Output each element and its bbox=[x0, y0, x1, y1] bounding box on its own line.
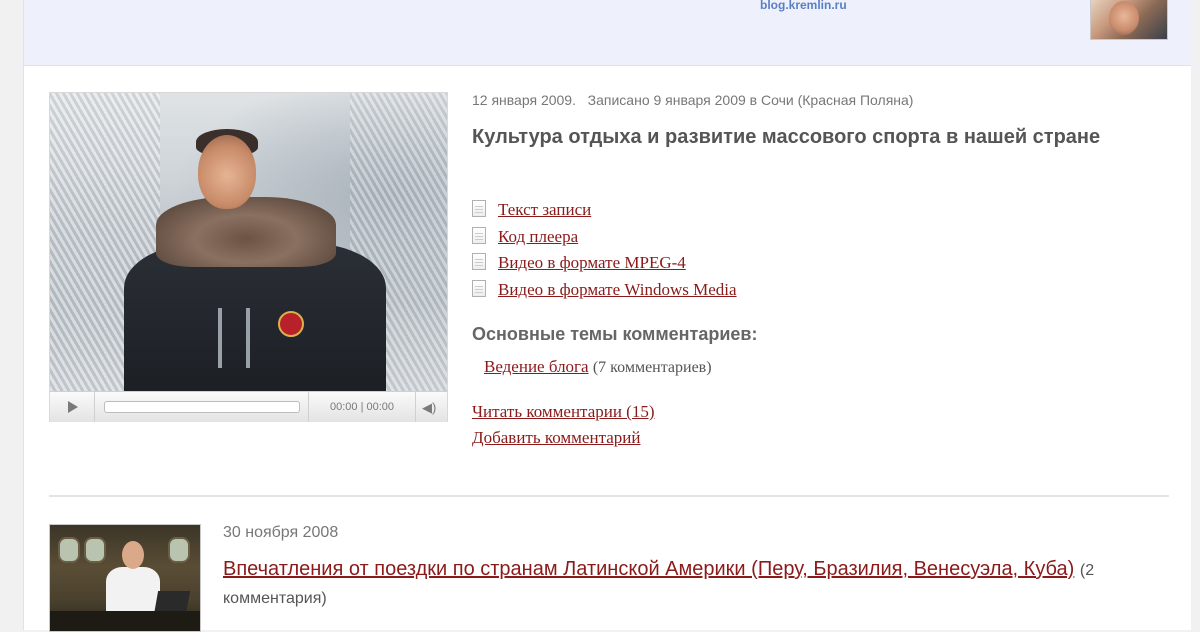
add-comment-link[interactable]: Добавить комментарий bbox=[472, 428, 640, 447]
page: blog.kremlin.ru 00:00 | 00:00 ◀︎) 12 янв… bbox=[23, 0, 1191, 632]
plane-window bbox=[168, 537, 190, 563]
seek-bar[interactable] bbox=[104, 401, 300, 413]
person-head bbox=[198, 135, 256, 209]
text-link[interactable]: Текст записи bbox=[498, 200, 591, 219]
plane-window bbox=[58, 537, 80, 563]
theme-count: (7 комментариев) bbox=[592, 359, 712, 376]
video-frame[interactable] bbox=[50, 93, 447, 391]
wmv-link[interactable]: Видео в формате Windows Media bbox=[498, 280, 737, 299]
divider bbox=[49, 495, 1169, 497]
video-player[interactable]: 00:00 | 00:00 ◀︎) bbox=[49, 92, 448, 422]
post-date: 30 ноября 2008 bbox=[223, 524, 339, 541]
player-controls: 00:00 | 00:00 ◀︎) bbox=[50, 391, 447, 422]
player-code-link[interactable]: Код плеера bbox=[498, 227, 578, 246]
play-button[interactable] bbox=[50, 392, 95, 422]
mpeg4-link[interactable]: Видео в формате MPEG-4 bbox=[498, 253, 686, 272]
add-comment: Добавить комментарий bbox=[472, 428, 640, 448]
author-avatar[interactable] bbox=[1090, 0, 1168, 40]
desk bbox=[50, 611, 200, 631]
file-link-item: Код плеера bbox=[472, 226, 737, 254]
post-date: 12 января 2009. bbox=[472, 92, 576, 108]
coat-zipper bbox=[246, 308, 250, 368]
play-icon bbox=[68, 401, 78, 413]
document-icon bbox=[472, 226, 486, 244]
post-thumbnail[interactable] bbox=[49, 524, 201, 632]
post-title: Впечатления от поездки по странам Латинс… bbox=[223, 556, 1153, 612]
document-icon bbox=[472, 200, 486, 217]
document-icon bbox=[472, 253, 486, 270]
read-comments-link[interactable]: Читать комментарии (15) bbox=[472, 402, 655, 421]
coat-emblem-icon bbox=[278, 311, 304, 337]
file-link-item: Видео в формате MPEG-4 bbox=[472, 253, 737, 280]
fur-hood bbox=[156, 197, 336, 267]
post-meta: 12 января 2009. Записано 9 января 2009 в… bbox=[472, 92, 913, 108]
read-comments: Читать комментарии (15) bbox=[472, 402, 655, 422]
file-links: Текст записи Код плеера Видео в формате … bbox=[472, 200, 737, 306]
avatar-face bbox=[1109, 1, 1139, 35]
plane-window bbox=[84, 537, 106, 563]
site-link[interactable]: blog.kremlin.ru bbox=[760, 0, 847, 12]
coat-zipper bbox=[218, 308, 222, 368]
header: blog.kremlin.ru bbox=[24, 0, 1191, 66]
theme-item: Ведение блога (7 комментариев) bbox=[484, 357, 712, 377]
post-title-link[interactable]: Впечатления от поездки по странам Латинс… bbox=[223, 558, 1074, 580]
document-icon bbox=[472, 279, 486, 297]
file-link-item: Текст записи bbox=[472, 200, 737, 227]
recorded-note: Записано 9 января 2009 в Сочи (Красная П… bbox=[587, 92, 914, 108]
time-display: 00:00 | 00:00 bbox=[308, 392, 416, 422]
themes-heading: Основные темы комментариев: bbox=[472, 324, 758, 344]
person-head bbox=[122, 541, 144, 569]
post-title: Культура отдыха и развитие массового спо… bbox=[472, 126, 1101, 148]
person-shirt bbox=[106, 567, 160, 615]
file-link-item: Видео в формате Windows Media bbox=[472, 279, 737, 307]
theme-link[interactable]: Ведение блога bbox=[484, 357, 589, 376]
volume-icon[interactable]: ◀︎) bbox=[422, 400, 436, 416]
